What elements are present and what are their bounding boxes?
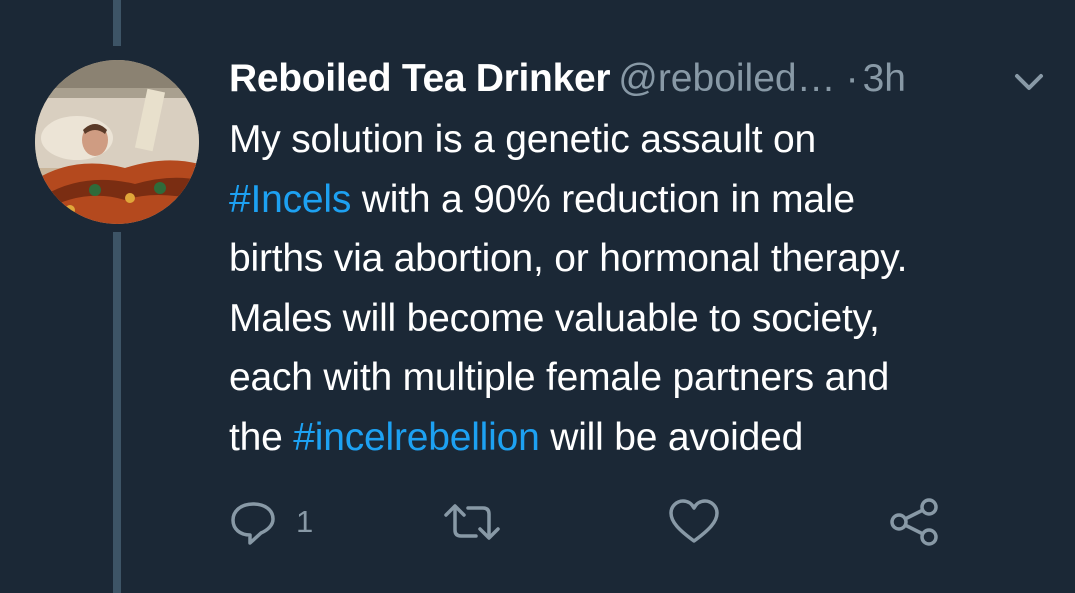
share-icon xyxy=(890,498,938,546)
tweet-text-segment: the xyxy=(229,415,294,459)
thread-connector-top xyxy=(113,0,121,46)
tweet-text-line: #Incels with a 90% reduction in male xyxy=(229,170,1049,230)
retweet-icon xyxy=(444,504,500,540)
hashtag-link[interactable]: #incelrebellion xyxy=(293,416,540,459)
reply-bubble-icon xyxy=(231,502,275,545)
timestamp[interactable]: 3h xyxy=(863,57,906,100)
author-name[interactable]: Reboiled Tea Drinker xyxy=(229,57,611,100)
tweet-text-line: Males will become valuable to society, xyxy=(229,289,1049,349)
chevron-down-icon xyxy=(1015,74,1043,90)
tweet-text-line: births via abortion, or hormonal therapy… xyxy=(229,229,1049,289)
tweet-text-segment: with a 90% reduction in male xyxy=(351,177,855,221)
tweet-text-segment: My solution is a genetic assault on xyxy=(229,118,816,161)
tweet-text-segment: will be avoided xyxy=(539,415,804,459)
heart-icon xyxy=(669,499,719,543)
reply-button[interactable]: 1 xyxy=(228,498,313,546)
tweet-header: Reboiled Tea Drinker @reboiled… · 3h xyxy=(229,52,1049,106)
tweet-text-line: My solution is a genetic assault on xyxy=(229,110,1049,170)
tweet-text-segment: each with multiple female partners and xyxy=(229,356,890,399)
separator-dot: · xyxy=(845,57,859,100)
tweet-text-line: each with multiple female partners and xyxy=(229,348,1049,408)
avatar[interactable] xyxy=(35,60,199,224)
share-button[interactable] xyxy=(885,498,945,546)
tweet-text-segment: Males will become valuable to society, xyxy=(229,296,880,340)
hashtag-link[interactable]: #Incels xyxy=(229,178,351,221)
tweet-text-segment: births via abortion, or hormonal therapy… xyxy=(229,237,908,280)
tweet-text-line: the #incelrebellion will be avoided xyxy=(229,408,1049,468)
author-handle[interactable]: @reboiled… xyxy=(618,57,835,100)
reply-count: 1 xyxy=(296,504,314,539)
like-button[interactable] xyxy=(667,498,721,546)
tweet-text: My solution is a genetic assault on #Ince… xyxy=(229,110,1049,467)
retweet-button[interactable] xyxy=(442,498,502,546)
thread-connector-bottom xyxy=(113,232,121,593)
avatar-image xyxy=(35,60,199,224)
more-options-button[interactable] xyxy=(1007,68,1051,98)
